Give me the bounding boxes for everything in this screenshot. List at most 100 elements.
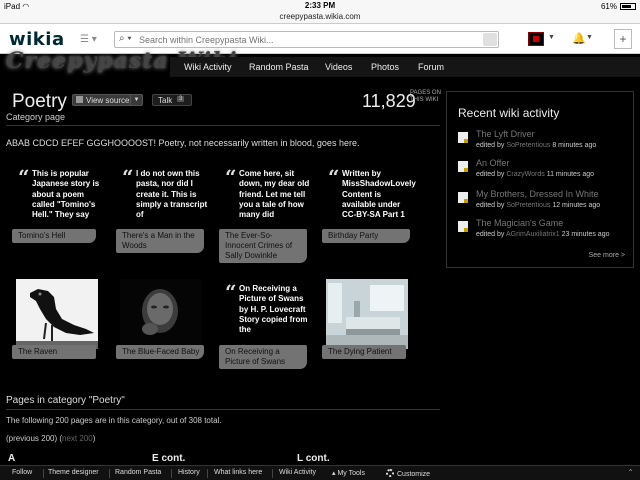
talk-count-badge: 3 bbox=[177, 96, 185, 102]
chevron-down-icon[interactable]: ▼ bbox=[130, 95, 142, 105]
add-button[interactable]: + bbox=[614, 29, 632, 49]
user-link[interactable]: SoPretentious bbox=[506, 142, 550, 149]
previous-page-link[interactable]: (previous 200) bbox=[6, 434, 57, 443]
wiki-activity-button[interactable]: Wiki Activity bbox=[279, 469, 316, 476]
quote-icon: “ bbox=[18, 165, 30, 189]
talk-label: Talk bbox=[158, 96, 173, 105]
my-tools-button[interactable]: ▴ My Tools bbox=[332, 469, 365, 477]
page-count: 11,829 bbox=[362, 91, 416, 111]
toolbar-divider bbox=[272, 469, 273, 478]
wiki-nav: Wiki Activity Random Pasta Videos Photos… bbox=[170, 57, 640, 77]
page-subtitle: Category page bbox=[6, 112, 66, 122]
toolbar-divider bbox=[43, 469, 44, 478]
baby-face-image[interactable] bbox=[120, 279, 202, 349]
battery-indicator: 61% bbox=[601, 2, 636, 11]
column-heading: A bbox=[8, 453, 16, 464]
card-caption[interactable]: The Blue-Faced Baby bbox=[116, 345, 204, 359]
gallery-card[interactable]: “ I do not own this pasta, nor did I cre… bbox=[116, 164, 211, 254]
nav-random-pasta[interactable]: Random Pasta bbox=[249, 62, 309, 72]
page-edit-icon bbox=[458, 221, 468, 232]
activity-title-link[interactable]: The Lyft Driver bbox=[476, 129, 535, 139]
activity-meta: edited by SoPretentious 8 minutes ago bbox=[476, 142, 597, 149]
card-caption[interactable]: Tomino's Hell bbox=[12, 229, 96, 243]
wiki-header: Creepypasta Wiki Wiki Activity Random Pa… bbox=[0, 48, 640, 79]
customize-button[interactable]: Customize bbox=[386, 469, 430, 478]
nav-forum[interactable]: Forum bbox=[418, 62, 444, 72]
section-heading: Pages in category "Poetry" bbox=[6, 395, 125, 406]
talk-button[interactable]: Talk 3 bbox=[152, 94, 192, 106]
chevron-down-icon[interactable]: ▼ bbox=[548, 34, 555, 41]
card-caption[interactable]: There's a Man in the Woods bbox=[116, 229, 204, 253]
wikia-logo[interactable]: wikia bbox=[9, 29, 65, 50]
gallery-card[interactable]: “ This is popular Japanese story is abou… bbox=[12, 164, 107, 244]
gallery-card[interactable]: The Dying Patient bbox=[322, 279, 417, 359]
column-heading: L cont. bbox=[297, 453, 330, 464]
header-divider bbox=[6, 125, 440, 126]
user-link[interactable]: SoPretentious bbox=[506, 202, 550, 209]
hospital-room-image[interactable] bbox=[326, 279, 408, 349]
page-edit-icon bbox=[458, 132, 468, 143]
next-page-link[interactable]: next 200 bbox=[62, 434, 93, 443]
toolbar-divider bbox=[207, 469, 208, 478]
wikia-bar: Follow Theme designer Random Pasta Histo… bbox=[0, 465, 640, 480]
page-count-label: PAGES ON THIS WIKI bbox=[410, 90, 441, 103]
chevron-up-icon: ▴ bbox=[332, 470, 336, 477]
gallery-card[interactable]: “ On Receiving a Picture of Swans by H. … bbox=[219, 279, 314, 369]
ios-status-bar: iPad ◠ 2:33 PM 61% bbox=[0, 0, 640, 12]
card-excerpt: On Receiving a Picture of Swans by H. P.… bbox=[239, 284, 308, 335]
toolbar-divider bbox=[109, 469, 110, 478]
bell-icon[interactable]: 🔔 bbox=[572, 32, 586, 45]
search-icon: ⌕ ▾ bbox=[119, 33, 132, 44]
toolbar-divider bbox=[171, 469, 172, 478]
card-excerpt: Written by MissShadowLovely Content is a… bbox=[342, 169, 416, 220]
pagination: (previous 200) (next 200) bbox=[6, 434, 96, 443]
avatar[interactable] bbox=[528, 32, 544, 46]
collapse-toolbar-icon[interactable]: ⌃ bbox=[627, 468, 634, 477]
battery-icon bbox=[620, 3, 636, 10]
follow-button[interactable]: Follow bbox=[12, 469, 32, 476]
activity-meta: edited by AGrimAuxiliatrix1 23 minutes a… bbox=[476, 231, 610, 238]
theme-designer-button[interactable]: Theme designer bbox=[48, 469, 99, 476]
gear-icon bbox=[386, 469, 394, 477]
activity-title-link[interactable]: The Magician's Game bbox=[476, 218, 563, 228]
page-edit-icon bbox=[458, 192, 468, 203]
user-link[interactable]: AGrimAuxiliatrix1 bbox=[506, 231, 560, 238]
gallery-card[interactable]: “ Written by MissShadowLovely Content is… bbox=[322, 164, 417, 244]
page-title: Poetry bbox=[12, 91, 67, 112]
raven-image[interactable] bbox=[16, 279, 98, 349]
search-button[interactable] bbox=[483, 33, 497, 46]
search-box[interactable]: ⌕ ▾ bbox=[114, 31, 499, 48]
hub-menu-icon[interactable]: ☰ ▾ bbox=[80, 34, 97, 45]
card-excerpt: This is popular Japanese story is about … bbox=[32, 169, 100, 220]
card-caption[interactable]: Birthday Party bbox=[322, 229, 410, 243]
gallery-card[interactable]: “ Come here, sit down, my dear old frien… bbox=[219, 164, 314, 264]
gallery-card[interactable]: The Blue-Faced Baby bbox=[116, 279, 211, 369]
card-caption[interactable]: The Raven bbox=[12, 345, 96, 359]
search-input[interactable] bbox=[139, 33, 469, 47]
see-more-link[interactable]: See more > bbox=[589, 252, 625, 259]
card-excerpt: I do not own this pasta, nor did I creat… bbox=[136, 169, 208, 220]
random-pasta-button[interactable]: Random Pasta bbox=[115, 469, 161, 476]
quote-icon: “ bbox=[122, 165, 134, 189]
category-intro: ABAB CDCD EFEF GGGHOOOOST! Poetry, not n… bbox=[6, 138, 360, 148]
card-caption[interactable]: The Ever-So-Innocent Crimes of Sally Dow… bbox=[219, 229, 307, 263]
activity-title-link[interactable]: An Offer bbox=[476, 158, 509, 168]
quote-icon: “ bbox=[328, 165, 340, 189]
view-source-label: View source bbox=[86, 96, 130, 105]
nav-photos[interactable]: Photos bbox=[371, 62, 399, 72]
user-link[interactable]: CrazyWords bbox=[506, 171, 544, 178]
what-links-here-button[interactable]: What links here bbox=[214, 469, 262, 476]
card-excerpt: Come here, sit down, my dear old friend.… bbox=[239, 169, 310, 220]
chevron-down-icon[interactable]: ▼ bbox=[586, 34, 593, 41]
card-caption[interactable]: The Dying Patient bbox=[322, 345, 406, 359]
activity-title-link[interactable]: My Brothers, Dressed In White bbox=[476, 189, 599, 199]
nav-videos[interactable]: Videos bbox=[325, 62, 352, 72]
history-button[interactable]: History bbox=[178, 469, 200, 476]
view-source-button[interactable]: View source ▼ bbox=[72, 94, 143, 106]
gallery-card[interactable]: The Raven bbox=[12, 279, 107, 359]
quote-icon: “ bbox=[225, 165, 237, 189]
nav-wiki-activity[interactable]: Wiki Activity bbox=[184, 62, 232, 72]
recent-activity-module: Recent wiki activity The Lyft Driver edi… bbox=[446, 91, 634, 268]
address-bar[interactable]: creepypasta.wikia.com bbox=[0, 12, 640, 24]
card-caption[interactable]: On Receiving a Picture of Swans bbox=[219, 345, 307, 369]
